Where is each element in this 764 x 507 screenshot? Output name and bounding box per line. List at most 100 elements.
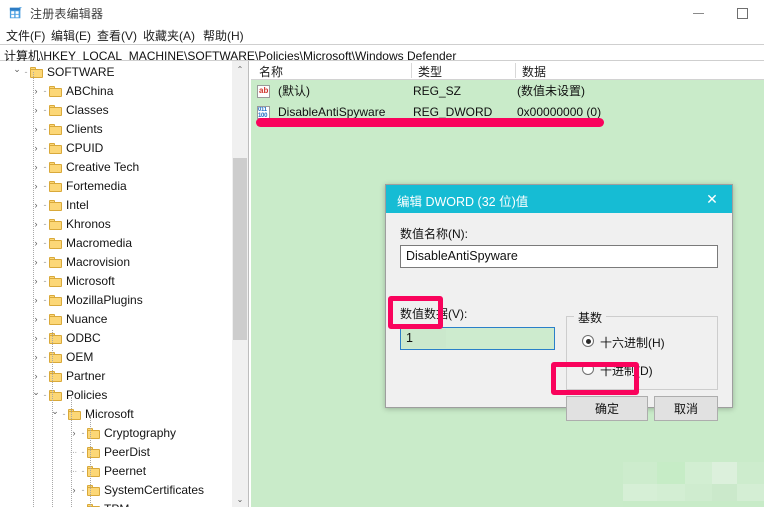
column-header-type[interactable]: 类型 [418, 63, 442, 80]
tree-item-label: Microsoft [66, 274, 115, 288]
row-underline-highlight [256, 118, 604, 127]
folder-icon [49, 314, 62, 325]
tree-connector: - [41, 291, 49, 310]
tree-connector: - [41, 367, 49, 386]
cancel-button[interactable]: 取消 [654, 396, 718, 421]
dialog-title: 编辑 DWORD (32 位)值 [397, 191, 528, 210]
chevron-down-icon[interactable]: ⌄ [12, 61, 22, 79]
folder-icon [87, 428, 100, 439]
value-data: (数值未设置) [517, 83, 585, 100]
address-bar[interactable]: 计算机\HKEY_LOCAL_MACHINE\SOFTWARE\Policies… [0, 44, 764, 61]
folder-icon [49, 371, 62, 382]
value-name-input-text: DisableAntiSpyware [406, 249, 518, 263]
tree-connector: - [41, 386, 49, 405]
menu-view[interactable]: 查看(V) [97, 27, 137, 44]
tree-item-label: Macromedia [66, 236, 132, 250]
folder-icon [49, 181, 62, 192]
value-name-input[interactable]: DisableAntiSpyware [400, 245, 718, 268]
menu-help[interactable]: 帮助(H) [203, 27, 244, 44]
value-data-input-text: 1 [406, 331, 413, 345]
tree-connector: - [41, 348, 49, 367]
reg-sz-icon: ab [257, 85, 270, 98]
tree-item-label: MozillaPlugins [66, 293, 143, 307]
registry-editor-window: 注册表编辑器 文件(F) 编辑(E) 查看(V) 收藏夹(A) 帮助(H) 计算… [0, 0, 764, 507]
tree-guide-line [33, 72, 35, 507]
folder-icon [49, 143, 62, 154]
tree-item-label: Clients [66, 122, 103, 136]
tree-guide-line [90, 416, 92, 507]
folder-icon [49, 352, 62, 363]
mosaic-redaction [623, 462, 764, 507]
tree-item-label: Nuance [66, 312, 107, 326]
folder-icon [87, 447, 100, 458]
value-name: (默认) [278, 83, 310, 100]
window-controls [676, 0, 764, 26]
tree-connector: - [41, 329, 49, 348]
column-header-name[interactable]: 名称 [259, 63, 283, 80]
window-title: 注册表编辑器 [30, 5, 103, 22]
tree-item-label: Intel [66, 198, 89, 212]
column-divider-1[interactable] [411, 63, 412, 78]
tree-connector: - [79, 500, 87, 507]
tree-connector: - [41, 310, 49, 329]
menu-file[interactable]: 文件(F) [6, 27, 45, 44]
tree-item-label: Microsoft [85, 407, 134, 421]
folder-icon [49, 276, 62, 287]
tree-item-label: Peernet [104, 464, 146, 478]
folder-icon [49, 257, 62, 268]
list-header: 名称 类型 数据 [251, 61, 764, 80]
menu-edit[interactable]: 编辑(E) [51, 27, 91, 44]
tree-item-label: Macrovision [66, 255, 130, 269]
registry-tree-pane[interactable]: ⌄-SOFTWARE›-ABChina›-Classes›-Clients›-C… [0, 61, 250, 507]
registry-editor-icon [9, 6, 23, 20]
maximize-button[interactable] [720, 0, 764, 26]
tree-item-label: Partner [66, 369, 105, 383]
tree-scrollbar[interactable]: ⌃ ⌄ [232, 61, 248, 507]
folder-icon [49, 295, 62, 306]
ok-button[interactable]: 确定 [566, 396, 648, 421]
ok-button-highlight [551, 362, 639, 395]
tree-connector: - [79, 443, 87, 462]
minimize-icon [693, 13, 704, 14]
pane-divider[interactable] [248, 61, 249, 507]
folder-icon [49, 200, 62, 211]
folder-icon [49, 86, 62, 97]
scrollbar-thumb[interactable] [233, 158, 247, 340]
tree-connector: - [41, 82, 49, 101]
tree-connector: - [41, 253, 49, 272]
tree-connector: - [41, 215, 49, 234]
tree-item-label: Fortemedia [66, 179, 127, 193]
scroll-down-icon[interactable]: ⌄ [232, 491, 248, 507]
tree-connector: - [41, 234, 49, 253]
tree-connector: - [60, 405, 68, 424]
base-groupbox-label: 基数 [574, 309, 606, 326]
value-data-input[interactable]: 1 [400, 327, 555, 350]
tree-connector: - [41, 120, 49, 139]
tree-connector: - [41, 101, 49, 120]
tree-item-label: ABChina [66, 84, 113, 98]
tree-item-label: ODBC [66, 331, 101, 345]
folder-icon [49, 124, 62, 135]
menu-bar: 文件(F) 编辑(E) 查看(V) 收藏夹(A) 帮助(H) [0, 26, 764, 44]
folder-icon [49, 333, 62, 344]
folder-icon [49, 219, 62, 230]
folder-icon [87, 485, 100, 496]
close-icon[interactable]: ✕ [692, 185, 732, 213]
tree-item-label: Cryptography [104, 426, 176, 440]
column-header-data[interactable]: 数据 [522, 63, 546, 80]
folder-icon [30, 67, 43, 78]
table-row[interactable]: ab (默认) REG_SZ (数值未设置) [251, 83, 764, 100]
tree-item-label: OEM [66, 350, 93, 364]
menu-favorites[interactable]: 收藏夹(A) [143, 27, 195, 44]
value-name-label: 数值名称(N): [400, 225, 468, 242]
minimize-button[interactable] [676, 0, 720, 26]
scroll-up-icon[interactable]: ⌃ [232, 61, 248, 77]
tree-connector: - [79, 462, 87, 481]
tree-item-label: Classes [66, 103, 109, 117]
tree-item-label: SystemCertificates [104, 483, 204, 497]
tree-item-label: SOFTWARE [47, 65, 115, 79]
title-bar: 注册表编辑器 [0, 0, 764, 26]
tree-item-label: CPUID [66, 141, 103, 155]
folder-icon [49, 105, 62, 116]
column-divider-2[interactable] [515, 63, 516, 78]
